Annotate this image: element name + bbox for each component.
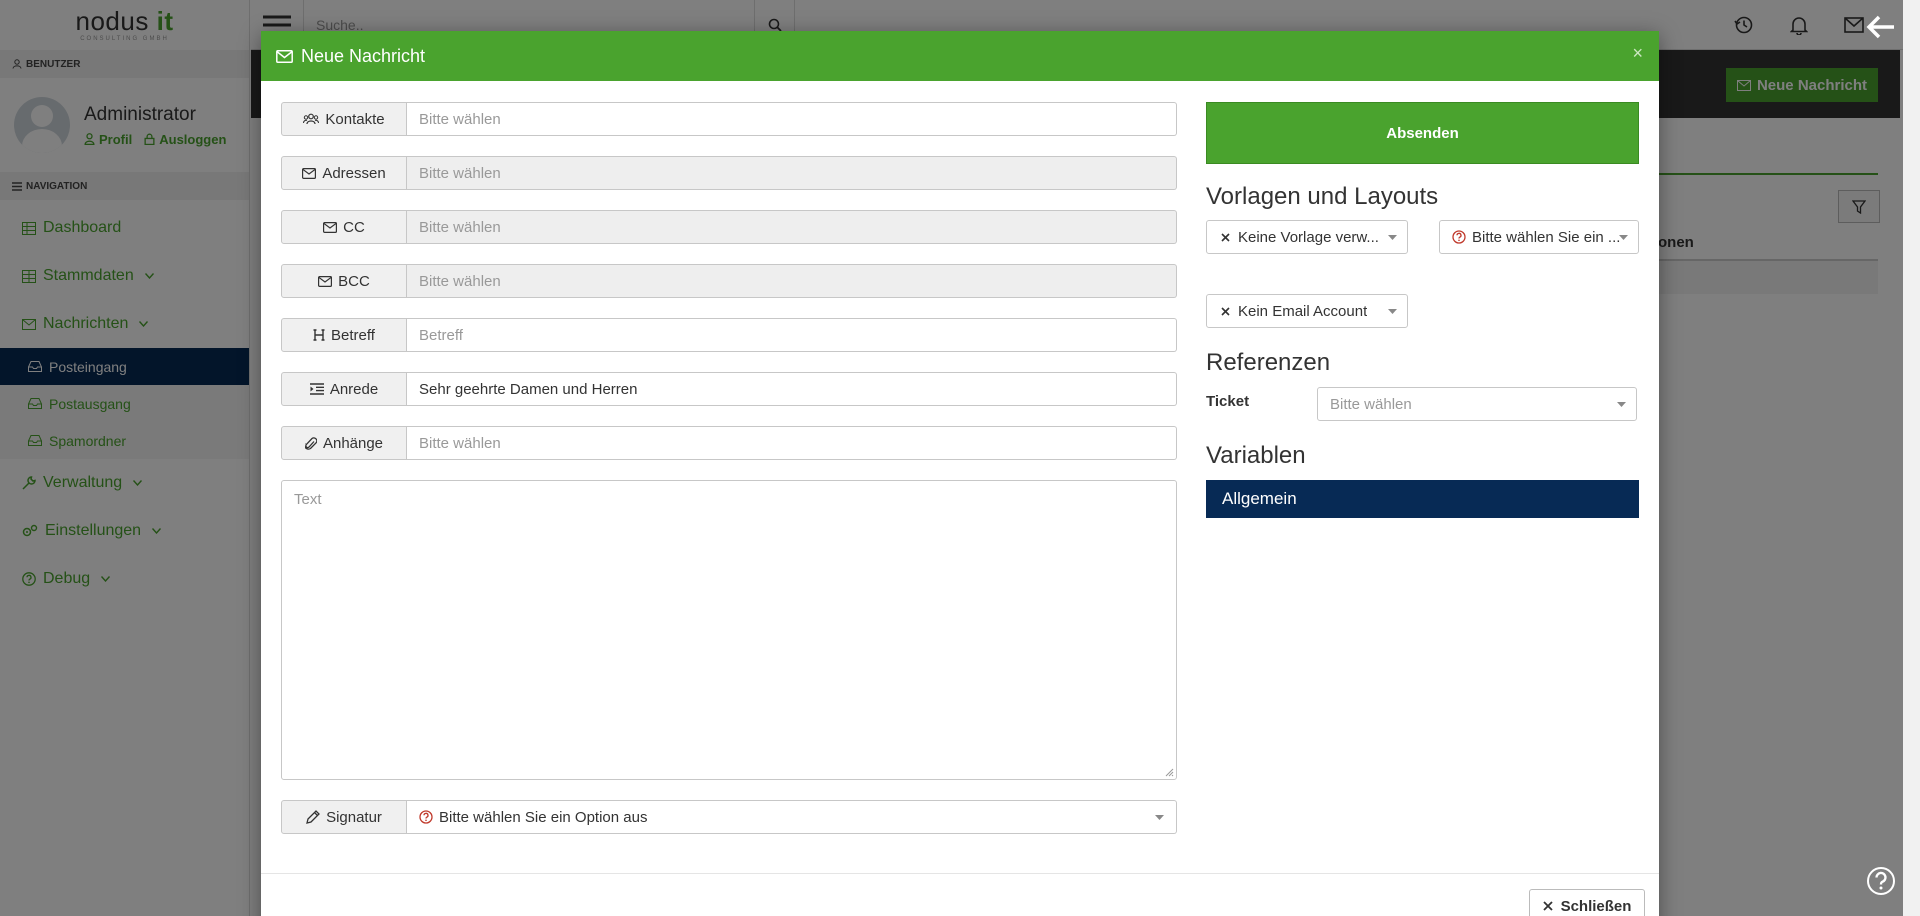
envelope-icon xyxy=(302,167,317,179)
variables-group-allgemein[interactable]: Allgemein xyxy=(1206,480,1639,518)
layout-select[interactable]: Bitte wählen Sie ein ... xyxy=(1439,220,1639,254)
new-message-modal: Neue Nachricht × Kontakte Bitte wählen A… xyxy=(261,31,1659,916)
textarea-placeholder: Text xyxy=(294,491,322,508)
email-account-select[interactable]: Kein Email Account xyxy=(1206,294,1408,328)
close-button[interactable]: Schließen xyxy=(1529,889,1645,916)
envelope-icon xyxy=(276,49,293,63)
bcc-label: BCC xyxy=(281,264,407,298)
modal-close-x[interactable]: × xyxy=(1632,43,1643,64)
kontakte-row: Kontakte Bitte wählen xyxy=(281,102,1177,136)
message-textarea[interactable]: Text xyxy=(281,480,1177,780)
variables-title: Variablen xyxy=(1206,442,1306,469)
caret-down-icon xyxy=(1617,402,1626,407)
kontakte-label: Kontakte xyxy=(281,102,407,136)
kontakte-select[interactable]: Bitte wählen xyxy=(407,102,1177,136)
signatur-row: Signatur Bitte wählen Sie ein Option aus xyxy=(281,800,1177,834)
adressen-row: Adressen Bitte wählen xyxy=(281,156,1177,190)
caret-down-icon xyxy=(1388,309,1397,314)
references-title: Referenzen xyxy=(1206,349,1331,376)
caret-down-icon xyxy=(1155,815,1164,820)
scrollbar[interactable] xyxy=(1903,0,1920,916)
close-icon xyxy=(1542,901,1553,911)
users-icon xyxy=(303,113,320,125)
paperclip-icon xyxy=(304,437,317,450)
betreff-label: Betreff xyxy=(281,318,407,352)
ticket-select[interactable]: Bitte wählen xyxy=(1317,387,1637,421)
caret-down-icon xyxy=(1388,235,1397,240)
heading-icon xyxy=(313,329,325,341)
modal-footer xyxy=(261,873,1659,916)
back-button[interactable] xyxy=(1866,14,1896,40)
betreff-row: Betreff Betreff xyxy=(281,318,1177,352)
betreff-input[interactable]: Betreff xyxy=(407,318,1177,352)
ticket-label: Ticket xyxy=(1206,393,1250,410)
bcc-row: BCC Bitte wählen xyxy=(281,264,1177,298)
adressen-select[interactable]: Bitte wählen xyxy=(407,156,1177,190)
clear-icon[interactable] xyxy=(1221,232,1230,242)
resize-grip-icon[interactable] xyxy=(1165,768,1174,777)
indent-icon xyxy=(309,383,324,395)
anhaenge-row: Anhänge Bitte wählen xyxy=(281,426,1177,460)
anhaenge-select[interactable]: Bitte wählen xyxy=(407,426,1177,460)
signatur-select[interactable]: Bitte wählen Sie ein Option aus xyxy=(407,800,1177,834)
question-circle-icon xyxy=(1867,867,1895,895)
cc-label: CC xyxy=(281,210,407,244)
cc-select[interactable]: Bitte wählen xyxy=(407,210,1177,244)
bcc-select[interactable]: Bitte wählen xyxy=(407,264,1177,298)
anrede-row: Anrede Sehr geehrte Damen und Herren xyxy=(281,372,1177,406)
signatur-label: Signatur xyxy=(281,800,407,834)
caret-down-icon xyxy=(1619,235,1628,240)
pen-icon xyxy=(306,810,320,824)
template-select[interactable]: Keine Vorlage verw... xyxy=(1206,220,1408,254)
cc-row: CC Bitte wählen xyxy=(281,210,1177,244)
adressen-label: Adressen xyxy=(281,156,407,190)
arrow-left-icon xyxy=(1866,15,1894,39)
help-button[interactable] xyxy=(1866,866,1896,896)
question-circle-icon xyxy=(1452,230,1466,244)
anrede-input[interactable]: Sehr geehrte Damen und Herren xyxy=(407,372,1177,406)
anrede-label: Anrede xyxy=(281,372,407,406)
modal-header: Neue Nachricht xyxy=(261,31,1659,81)
question-circle-icon xyxy=(419,810,433,824)
anhaenge-label: Anhänge xyxy=(281,426,407,460)
envelope-icon xyxy=(323,221,338,233)
send-button[interactable]: Absenden xyxy=(1206,102,1639,164)
envelope-icon xyxy=(318,275,333,287)
modal-title: Neue Nachricht xyxy=(301,45,426,66)
clear-icon[interactable] xyxy=(1221,306,1230,316)
templates-title: Vorlagen und Layouts xyxy=(1206,183,1439,210)
